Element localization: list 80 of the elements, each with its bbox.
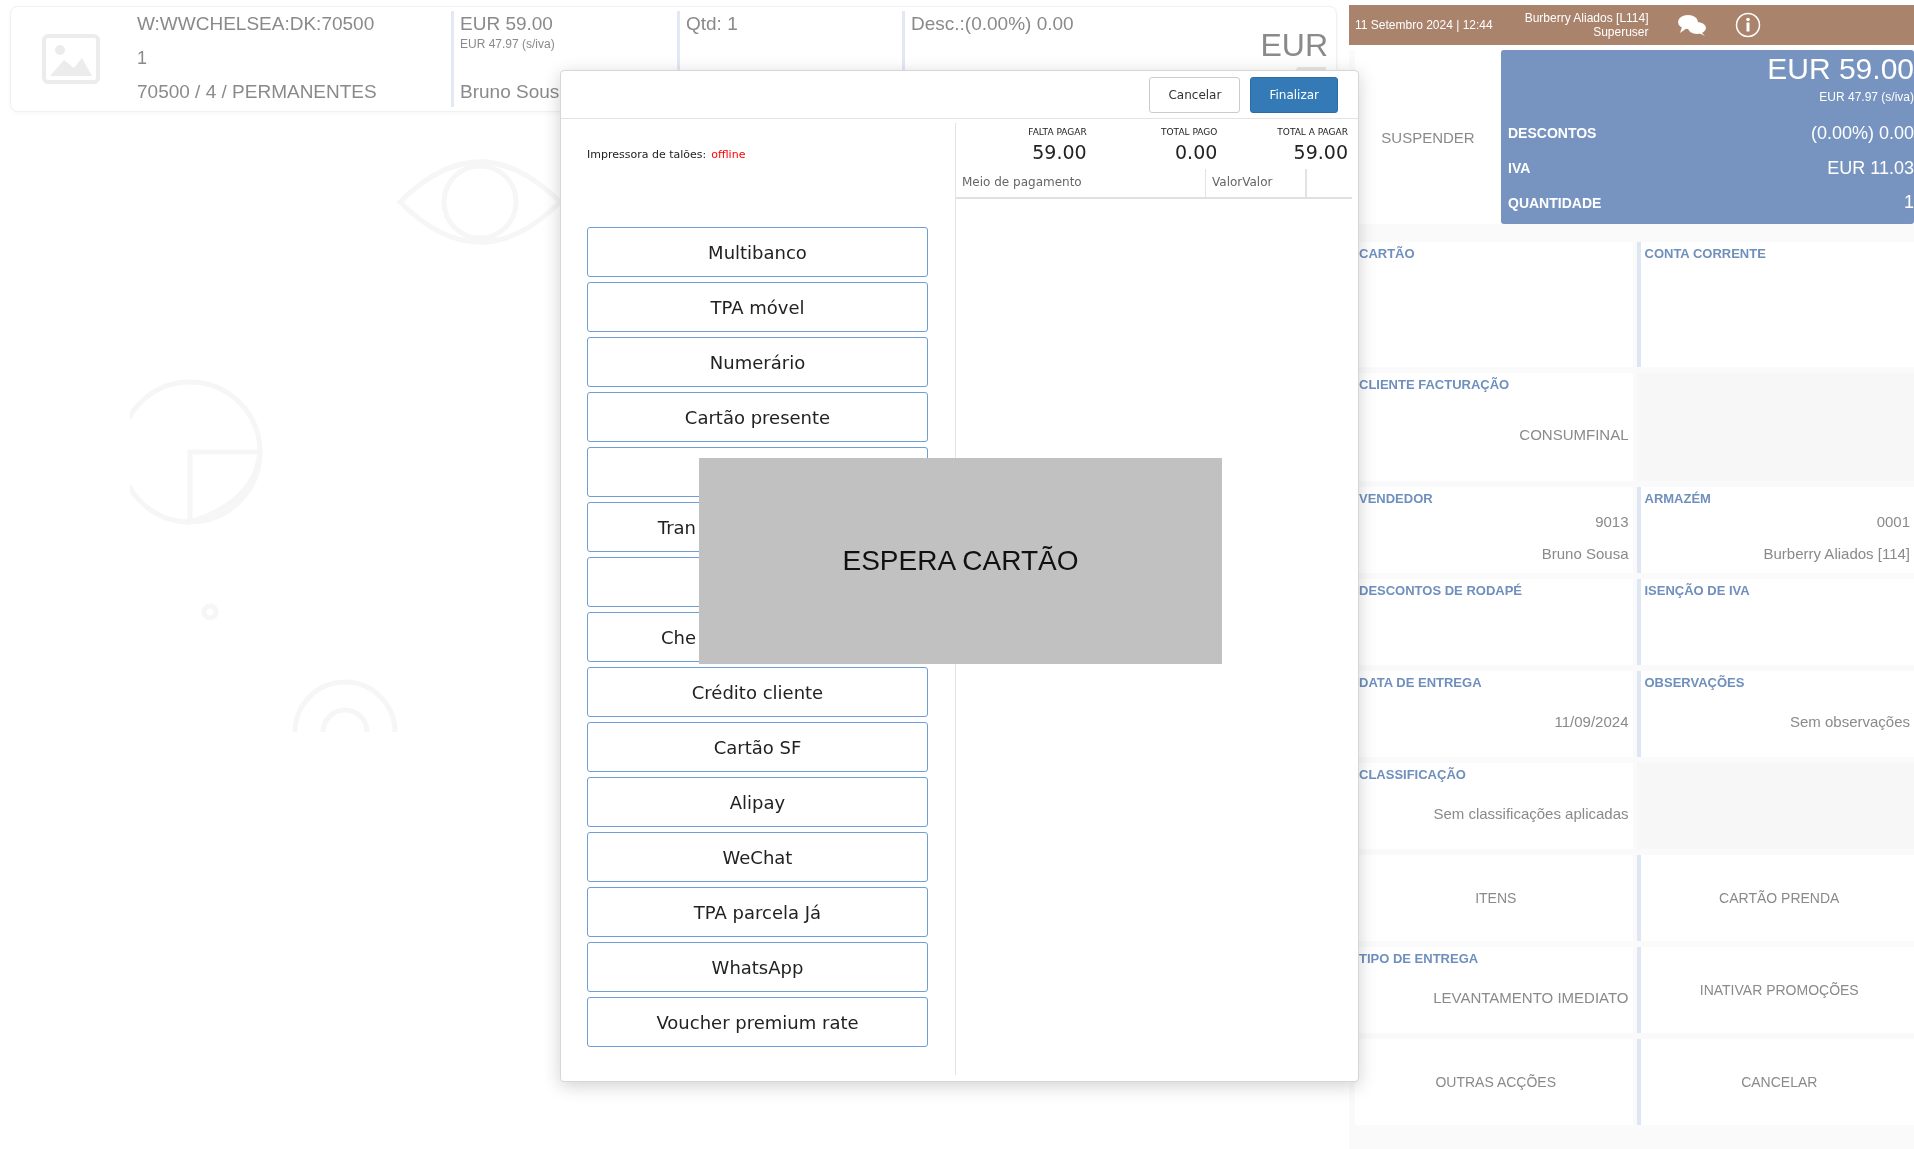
action-label: INATIVAR PROMOÇÕES — [1699, 982, 1859, 998]
item-currency: EUR — [1260, 27, 1328, 64]
payment-method-button[interactable]: Cartão SF — [587, 722, 928, 772]
total-label: TOTAL PAGO — [1161, 127, 1218, 137]
item-quantity: Qtd: 1 — [686, 13, 739, 35]
user-name: Superuser — [1593, 25, 1649, 39]
total-net: EUR 47.97 (s/iva) — [1819, 90, 1914, 104]
item-seller: Bruno Sous — [460, 81, 561, 103]
total-value: 0.00 — [1175, 141, 1218, 163]
panel-label: CARTÃO — [1359, 246, 1416, 261]
panel-label: VENDEDOR — [1359, 491, 1434, 506]
printer-label: Impressora de talões: — [587, 148, 707, 161]
item-price: EUR 59.00 — [460, 13, 553, 35]
info-panel[interactable]: OBSERVAÇÕES Sem observações — [1636, 671, 1914, 757]
panel-value: 0001 — [1876, 513, 1910, 531]
panel-value: Bruno Sousa — [1541, 544, 1629, 562]
payment-method-button[interactable]: WhatsApp — [587, 942, 928, 992]
panel-value: Burberry Aliados [114] — [1763, 544, 1910, 562]
item-reference: W:WWCHELSEA:DK:70500 — [137, 13, 376, 35]
printer-status: offline — [711, 148, 746, 161]
summary-value: 1 — [1904, 192, 1914, 214]
info-panel[interactable]: ISENÇÃO DE IVA — [1636, 579, 1914, 665]
panel-label: ISENÇÃO DE IVA — [1644, 583, 1751, 598]
payment-method-button[interactable]: Crédito cliente — [587, 667, 928, 717]
payment-method-button[interactable]: Numerário — [587, 337, 928, 387]
payment-method-button[interactable]: Alipay — [587, 777, 928, 827]
suspend-button[interactable]: SUSPENDER — [1355, 50, 1501, 224]
payment-method-button[interactable]: TPA parcela Já — [587, 887, 928, 937]
store-name: Burberry Aliados [L114] — [1524, 11, 1649, 25]
payment-method-button[interactable]: TPA móvel — [587, 282, 928, 332]
panel-value: Sem classificações aplicadas — [1433, 805, 1629, 822]
panel-label: TIPO DE ENTREGA — [1359, 951, 1480, 966]
total-amount: EUR 59.00 — [1767, 52, 1914, 86]
panel-value: CONSUMFINAL — [1519, 426, 1629, 443]
info-panel[interactable]: ARMAZÉM 0001 Burberry Aliados [114] — [1636, 487, 1914, 573]
info-panel[interactable]: CONTA CORRENTE — [1636, 242, 1914, 367]
summary-label: DESCONTOS — [1508, 125, 1597, 142]
panel-label: CLIENTE FACTURAÇÃO — [1359, 377, 1511, 392]
panel-value: 11/09/2024 — [1554, 713, 1629, 730]
panel-value: 9013 — [1595, 513, 1629, 531]
payment-method-button[interactable]: Voucher premium rate — [587, 997, 928, 1047]
total-label: TOTAL A PAGAR — [1277, 127, 1348, 137]
action-panel[interactable]: CARTÃO PRENDA — [1636, 855, 1914, 941]
action-panel[interactable]: OUTRAS ACÇÕES — [1355, 1039, 1633, 1125]
summary-value: EUR 11.03 — [1827, 157, 1914, 179]
payment-method-button[interactable]: WeChat — [587, 832, 928, 882]
panel-label: DESCONTOS DE RODAPÉ — [1359, 583, 1523, 598]
panel-label: OBSERVAÇÕES — [1644, 675, 1746, 690]
finish-button[interactable]: Finalizar — [1250, 76, 1338, 113]
panel-label: DATA DE ENTREGA — [1359, 675, 1483, 690]
item-line: 1 — [137, 47, 148, 69]
session-datetime: 11 Setembro 2024 | 12:44 — [1355, 18, 1493, 32]
summary-label: QUANTIDADE — [1508, 194, 1602, 211]
cancel-button[interactable]: Cancelar — [1149, 76, 1241, 113]
column-header: ValorValor — [1206, 169, 1306, 197]
waiting-message: ESPERA CARTÃO — [842, 545, 1079, 577]
panel-label: CLASSIFICAÇÃO — [1359, 767, 1467, 782]
payment-method-button[interactable]: Cartão presente — [587, 392, 928, 442]
total-value: 59.00 — [1293, 141, 1348, 163]
action-panel[interactable]: INATIVAR PROMOÇÕES — [1636, 947, 1914, 1033]
action-label: CANCELAR — [1741, 1074, 1818, 1090]
summary-value: (0.00%) 0.00 — [1810, 122, 1914, 144]
item-category: 70500 / 4 / PERMANENTES — [137, 81, 378, 103]
info-icon[interactable] — [1734, 12, 1761, 38]
item-discount: Desc.:(0.00%) 0.00 — [911, 13, 1075, 35]
panel-label: CONTA CORRENTE — [1644, 246, 1767, 261]
panel-value: LEVANTAMENTO IMEDIATO — [1433, 989, 1629, 1006]
total-label: FALTA PAGAR — [1028, 127, 1087, 137]
action-label: ITENS — [1475, 890, 1517, 906]
column-header: Meio de pagamento — [956, 169, 1206, 197]
panel-value: Sem observações — [1789, 713, 1910, 730]
chat-icon[interactable] — [1676, 13, 1707, 37]
total-value: 59.00 — [1032, 141, 1087, 163]
summary-label: IVA — [1508, 160, 1531, 176]
action-panel[interactable]: CANCELAR — [1636, 1039, 1914, 1125]
action-label: CARTÃO PRENDA — [1719, 890, 1840, 906]
item-price-net: EUR 47.97 (s/iva) — [460, 37, 555, 51]
payment-method-button[interactable]: Multibanco — [587, 227, 928, 277]
panel-label: ARMAZÉM — [1644, 491, 1712, 506]
action-label: OUTRAS ACÇÕES — [1435, 1074, 1557, 1090]
